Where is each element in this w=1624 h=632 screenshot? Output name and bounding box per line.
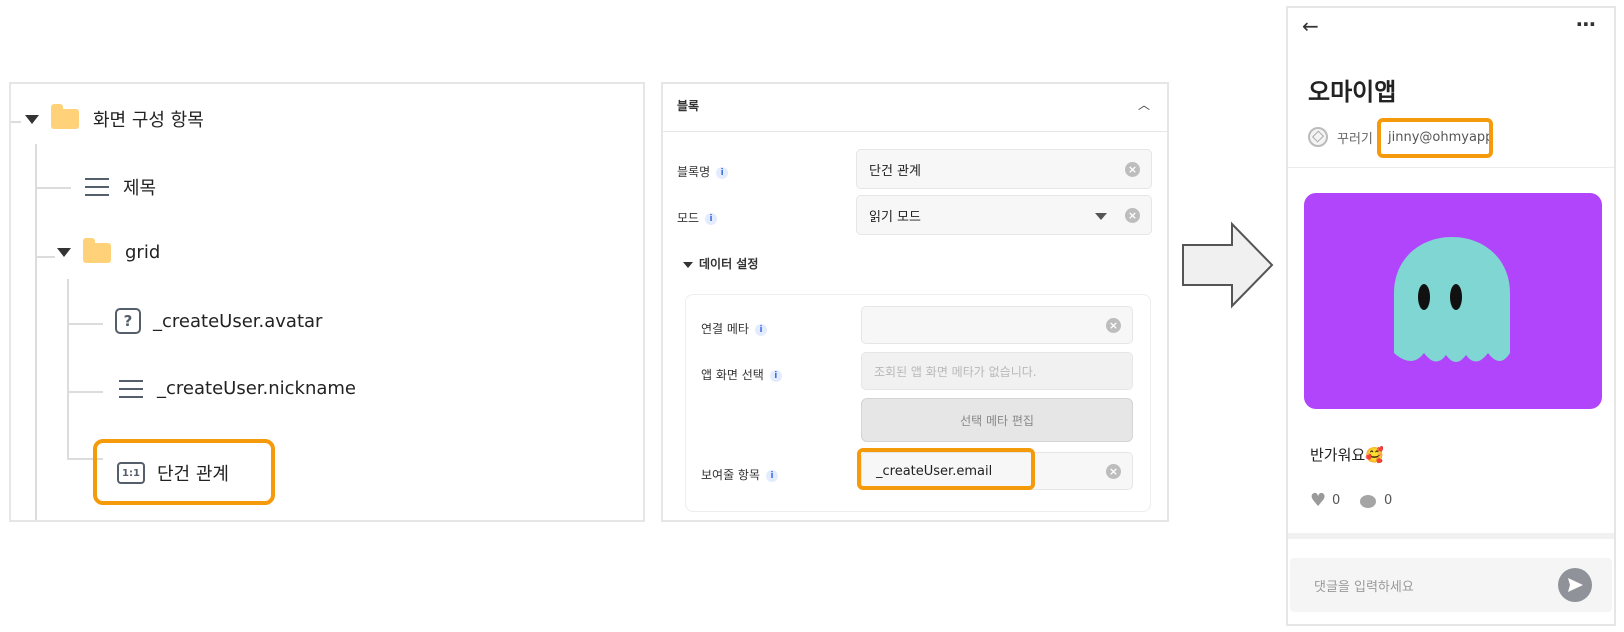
comment-icon[interactable] — [1360, 495, 1376, 508]
component-tree-panel: 화면 구성 항목 제목 grid ? _createUser.avatar _c… — [9, 82, 645, 522]
tree-item-label: _createUser.nickname — [157, 378, 357, 399]
info-icon[interactable]: i — [754, 324, 767, 336]
caret-down-icon[interactable] — [25, 114, 39, 124]
info-icon[interactable]: i — [716, 167, 729, 179]
tree-item-root[interactable]: 화면 구성 항목 — [25, 104, 204, 132]
right-arrow-icon — [1182, 221, 1274, 309]
tree-item-label: grid — [125, 242, 161, 263]
clear-icon[interactable]: × — [1125, 208, 1140, 223]
like-count: 0 — [1332, 493, 1341, 508]
mode-select[interactable]: 읽기 모드 × — [856, 195, 1152, 235]
heart-icon[interactable]: ♥ — [1310, 490, 1326, 511]
chevron-down-icon[interactable] — [1095, 213, 1107, 220]
clear-icon[interactable]: × — [1106, 318, 1121, 333]
tree-guide-line — [67, 391, 103, 393]
ghost-icon — [1394, 237, 1510, 362]
question-icon: ? — [115, 308, 141, 334]
text-lines-icon — [119, 379, 143, 398]
block-settings-panel: 블록 ︿ 블록명 i 단건 관계 × 모드 i 읽기 모드 × 데이터 설정 연결 … — [661, 82, 1169, 522]
clear-icon[interactable]: × — [1125, 162, 1140, 177]
app-screen-placeholder: 조회된 앱 화면 메타가 없습니다. — [874, 364, 1037, 379]
linked-meta-label: 연결 메타 i — [701, 320, 767, 337]
clear-icon[interactable]: × — [1106, 464, 1121, 479]
data-settings-title: 데이터 설정 — [699, 257, 759, 271]
block-name-value: 단건 관계 — [869, 163, 921, 179]
divider — [1288, 167, 1614, 168]
more-icon[interactable]: ⋯ — [1576, 12, 1596, 36]
tree-item-label: 화면 구성 항목 — [93, 110, 204, 131]
tree-item-label: 단건 관계 — [157, 464, 229, 485]
divider — [1288, 533, 1614, 539]
post-text: 반가워요🥰 — [1310, 446, 1384, 464]
block-name-label: 블록명 i — [677, 163, 729, 180]
author-nickname: 꾸러기 — [1337, 132, 1373, 147]
tree-item-label: _createUser.avatar — [153, 310, 323, 332]
tree-guide-line — [35, 256, 55, 258]
linked-meta-input[interactable]: × — [861, 306, 1133, 344]
tree-item-single-relation[interactable]: 1:1 단건 관계 — [117, 460, 229, 486]
caret-down-icon[interactable] — [683, 262, 693, 268]
mode-value: 읽기 모드 — [869, 209, 921, 225]
mode-label: 모드 i — [677, 209, 718, 226]
display-field-label: 보여줄 항목 i — [701, 466, 779, 483]
avatar — [1308, 127, 1328, 147]
panel-title: 블록 — [677, 99, 700, 113]
app-screen-select[interactable]: 조회된 앱 화면 메타가 없습니다. — [861, 352, 1133, 390]
highlight-box — [857, 448, 1035, 490]
tree-item-title[interactable]: 제목 — [85, 174, 156, 200]
text-lines-icon — [85, 178, 109, 196]
folder-icon — [83, 237, 111, 263]
info-icon[interactable]: i — [766, 470, 779, 482]
chevron-up-icon[interactable]: ︿ — [1138, 96, 1150, 113]
caret-down-icon[interactable] — [57, 248, 71, 257]
info-icon[interactable]: i — [769, 370, 782, 382]
send-icon — [1568, 578, 1583, 592]
one-to-one-icon: 1:1 — [117, 462, 145, 484]
block-name-input[interactable]: 단건 관계 × — [856, 149, 1152, 189]
tree-guide-line — [35, 144, 37, 520]
tree-guide-line — [67, 279, 69, 459]
post-image[interactable] — [1304, 193, 1602, 409]
tree-guide-line — [11, 121, 21, 123]
phone-preview: ← ⋯ 오마이앱 꾸러기 jinny@ohmyapp 반가워요🥰 ♥ 0 0 댓… — [1286, 6, 1616, 626]
tree-item-avatar[interactable]: ? _createUser.avatar — [115, 308, 322, 334]
back-arrow-icon[interactable]: ← — [1302, 14, 1319, 38]
send-button[interactable] — [1558, 568, 1592, 602]
highlight-box — [1377, 118, 1493, 158]
tree-item-nickname[interactable]: _createUser.nickname — [119, 378, 356, 399]
comment-count: 0 — [1384, 493, 1393, 508]
tree-guide-line — [35, 187, 71, 189]
edit-selected-meta-button[interactable]: 선택 메타 편집 — [861, 398, 1133, 442]
app-screen-label: 앱 화면 선택 i — [701, 366, 782, 383]
tree-guide-line — [67, 323, 103, 325]
comment-input[interactable]: 댓글을 입력하세요 — [1290, 558, 1612, 612]
tree-item-grid[interactable]: grid — [57, 237, 161, 263]
info-icon[interactable]: i — [705, 213, 718, 225]
tree-item-label: 제목 — [123, 178, 157, 199]
folder-icon — [51, 104, 79, 129]
app-title: 오마이앱 — [1308, 78, 1397, 106]
edit-button-label: 선택 메타 편집 — [960, 413, 1034, 428]
comment-placeholder: 댓글을 입력하세요 — [1314, 580, 1414, 595]
panel-header[interactable] — [663, 84, 1167, 132]
